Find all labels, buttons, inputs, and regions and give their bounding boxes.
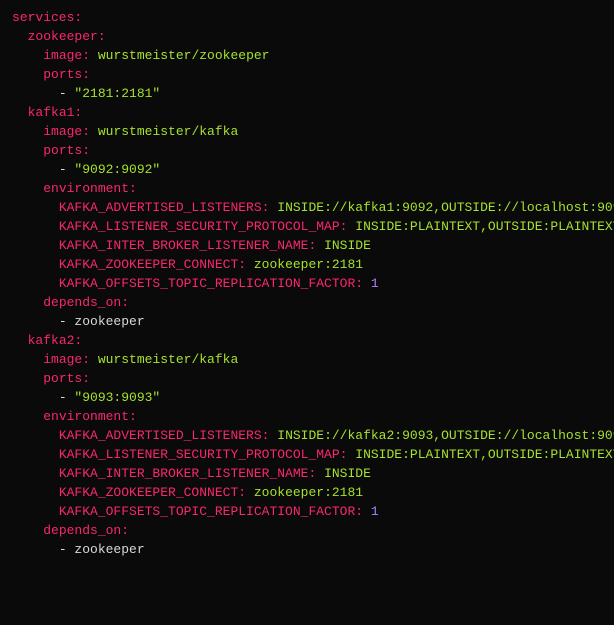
val-k1-kal: INSIDE://kafka1:9092,OUTSIDE://localhost…	[277, 200, 614, 215]
key-kzc: KAFKA_ZOOKEEPER_CONNECT:	[59, 485, 246, 500]
val-k2-kal: INSIDE://kafka2:9093,OUTSIDE://localhost…	[277, 428, 614, 443]
key-services: services:	[12, 10, 82, 25]
val-kibln: INSIDE	[324, 466, 371, 481]
dash: -	[59, 390, 75, 405]
key-depends-on: depends_on:	[43, 295, 129, 310]
key-ports: ports:	[43, 371, 90, 386]
val-zk-port: "2181:2181"	[74, 86, 160, 101]
key-kal: KAFKA_ADVERTISED_LISTENERS:	[59, 428, 270, 443]
key-kafka2: kafka2:	[28, 333, 83, 348]
val-kzc: zookeeper:2181	[254, 485, 363, 500]
key-environment: environment:	[43, 409, 137, 424]
key-image: image:	[43, 352, 90, 367]
key-depends-on: depends_on:	[43, 523, 129, 538]
val-k1-port: "9092:9092"	[74, 162, 160, 177]
val-kzc: zookeeper:2181	[254, 257, 363, 272]
key-ports: ports:	[43, 67, 90, 82]
dash: -	[59, 542, 75, 557]
val-kotrf: 1	[371, 276, 379, 291]
key-kibln: KAFKA_INTER_BROKER_LISTENER_NAME:	[59, 466, 316, 481]
key-kibln: KAFKA_INTER_BROKER_LISTENER_NAME:	[59, 238, 316, 253]
val-kafka-image: wurstmeister/kafka	[98, 352, 238, 367]
key-kal: KAFKA_ADVERTISED_LISTENERS:	[59, 200, 270, 215]
val-dep-zk: zookeeper	[74, 314, 144, 329]
key-image: image:	[43, 124, 90, 139]
val-klspm: INSIDE:PLAINTEXT,OUTSIDE:PLAINTEXT	[355, 219, 614, 234]
key-klspm: KAFKA_LISTENER_SECURITY_PROTOCOL_MAP:	[59, 447, 348, 462]
key-kotrf: KAFKA_OFFSETS_TOPIC_REPLICATION_FACTOR:	[59, 504, 363, 519]
val-dep-zk: zookeeper	[74, 542, 144, 557]
key-zookeeper: zookeeper:	[28, 29, 106, 44]
dash: -	[59, 86, 75, 101]
key-kotrf: KAFKA_OFFSETS_TOPIC_REPLICATION_FACTOR:	[59, 276, 363, 291]
key-kzc: KAFKA_ZOOKEEPER_CONNECT:	[59, 257, 246, 272]
yaml-code-block: services: zookeeper: image: wurstmeister…	[0, 0, 614, 567]
dash: -	[59, 162, 75, 177]
val-klspm: INSIDE:PLAINTEXT,OUTSIDE:PLAINTEXT	[355, 447, 614, 462]
val-kibln: INSIDE	[324, 238, 371, 253]
key-ports: ports:	[43, 143, 90, 158]
dash: -	[59, 314, 75, 329]
val-kafka-image: wurstmeister/kafka	[98, 124, 238, 139]
key-environment: environment:	[43, 181, 137, 196]
val-kotrf: 1	[371, 504, 379, 519]
key-klspm: KAFKA_LISTENER_SECURITY_PROTOCOL_MAP:	[59, 219, 348, 234]
val-k2-port: "9093:9093"	[74, 390, 160, 405]
key-kafka1: kafka1:	[28, 105, 83, 120]
val-zk-image: wurstmeister/zookeeper	[98, 48, 270, 63]
key-image: image:	[43, 48, 90, 63]
